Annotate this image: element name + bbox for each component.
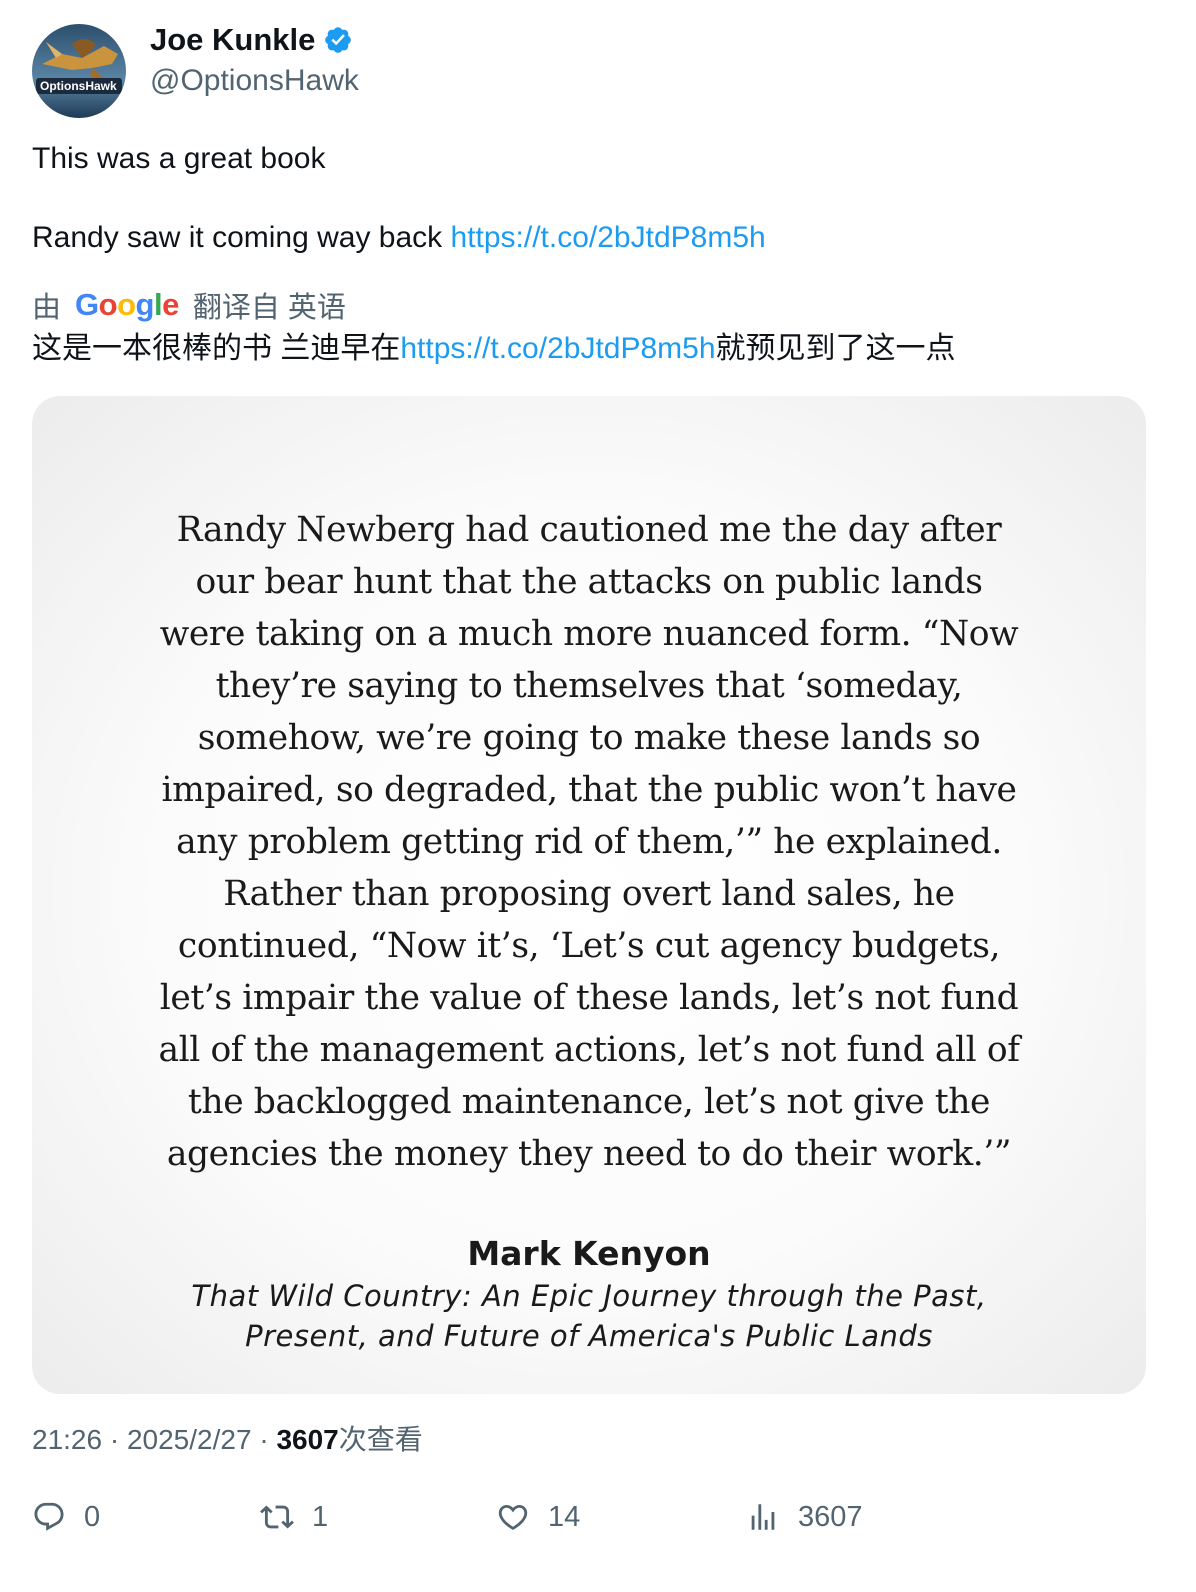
quote-line: Randy Newberg had cautioned me the day a… — [176, 510, 1002, 550]
translation-by-label: 由 — [32, 292, 62, 324]
tweet-text-line2: Randy saw it coming way back https://t.c… — [32, 219, 766, 257]
reply-icon — [34, 1502, 64, 1531]
translated-link[interactable]: https://t.co/2bJtdP8m5h — [400, 332, 715, 365]
meta-separator: · — [102, 1424, 127, 1455]
tweet-time[interactable]: 21:26 — [32, 1424, 102, 1455]
quote-line: the backlogged maintenance, let’s not gi… — [187, 1082, 991, 1122]
tweet-link[interactable]: https://t.co/2bJtdP8m5h — [451, 221, 766, 254]
quote-line: let’s impair the value of these lands, l… — [159, 978, 1019, 1018]
heart-icon — [498, 1504, 528, 1530]
book-title-line2: Present, and Future of America's Public … — [245, 1319, 933, 1353]
quote-line: agencies the money they need to do their… — [166, 1134, 1012, 1174]
quote-author: Mark Kenyon — [467, 1234, 711, 1273]
action-bar: 0 1 14 3607 — [32, 1500, 1132, 1546]
author-display-name[interactable]: Joe Kunkle — [150, 22, 315, 58]
retweet-icon — [260, 1505, 294, 1529]
tweet-media-image[interactable]: Randy Newberg had cautioned me the day a… — [32, 396, 1146, 1394]
quote-line: were taking on a much more nuanced form.… — [159, 614, 1019, 654]
tweet-meta: 21:26 · 2025/2/27 · 3607次查看 — [32, 1418, 423, 1458]
translated-text-after: 就预见到了这一点 — [715, 332, 956, 365]
retweet-count: 1 — [312, 1500, 329, 1533]
views-button[interactable]: 3607 — [746, 1500, 863, 1534]
retweet-button[interactable]: 1 — [260, 1500, 328, 1534]
views-label: 次查看 — [338, 1424, 423, 1455]
book-title: That Wild Country: An Epic Journey throu… — [32, 1276, 1146, 1356]
reply-count: 0 — [84, 1500, 101, 1533]
book-title-line1: That Wild Country: An Epic Journey throu… — [191, 1279, 987, 1313]
quote-line: impaired, so degraded, that the public w… — [161, 770, 1017, 810]
quote-line: any problem getting rid of them,’” he ex… — [176, 822, 1002, 862]
quote-line: somehow, we’re going to make these lands… — [197, 718, 981, 758]
avatar-wordmark: OptionsHawk — [40, 79, 117, 93]
quote-line: all of the management actions, let’s not… — [158, 1030, 1020, 1070]
tweet-text-body: Randy saw it coming way back — [32, 221, 451, 254]
book-quote: Randy Newberg had cautioned me the day a… — [72, 504, 1106, 1180]
translated-text-before: 这是一本很棒的书 兰迪早在 — [32, 332, 401, 365]
translation-source-label: 翻译自 英语 — [192, 292, 346, 324]
translation-attribution: 由 Google 翻译自 英语 — [32, 284, 346, 326]
author-avatar[interactable]: OptionsHawk — [32, 24, 126, 118]
reply-button[interactable]: 0 — [32, 1500, 100, 1534]
like-button[interactable]: 14 — [496, 1500, 580, 1534]
author-handle[interactable]: @OptionsHawk — [150, 64, 359, 98]
quote-line: they’re saying to themselves that ‘somed… — [215, 666, 963, 706]
hawk-logo-icon: OptionsHawk — [32, 24, 126, 118]
google-logo-icon[interactable]: Google — [75, 287, 179, 323]
tweet-text-line1: This was a great book — [32, 142, 326, 175]
tweet-date[interactable]: 2025/2/27 — [127, 1424, 252, 1455]
quote-line: our bear hunt that the attacks on public… — [195, 562, 983, 602]
translated-text: 这是一本很棒的书 兰迪早在https://t.co/2bJtdP8m5h就预见到… — [32, 330, 956, 368]
quote-line: Rather than proposing overt land sales, … — [223, 874, 955, 914]
views-count: 3607 — [276, 1424, 339, 1455]
analytics-icon — [751, 1504, 775, 1530]
quote-line: continued, “Now it’s, ‘Let’s cut agency … — [177, 926, 1001, 966]
meta-separator: · — [251, 1424, 277, 1455]
views-action-count: 3607 — [798, 1500, 863, 1533]
verified-badge-icon[interactable] — [323, 25, 353, 55]
like-count: 14 — [548, 1500, 581, 1533]
